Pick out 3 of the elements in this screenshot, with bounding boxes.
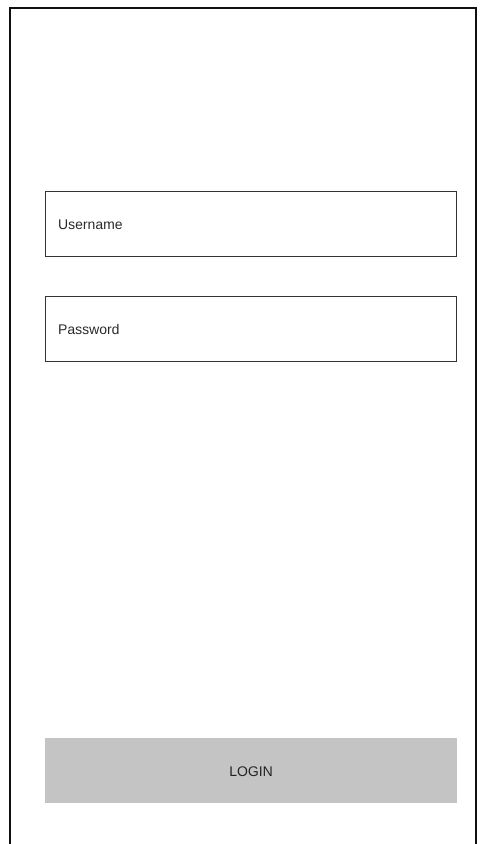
username-field[interactable]: Username xyxy=(45,191,457,257)
password-field[interactable]: Password xyxy=(45,296,457,362)
login-button[interactable]: LOGIN xyxy=(45,738,457,803)
